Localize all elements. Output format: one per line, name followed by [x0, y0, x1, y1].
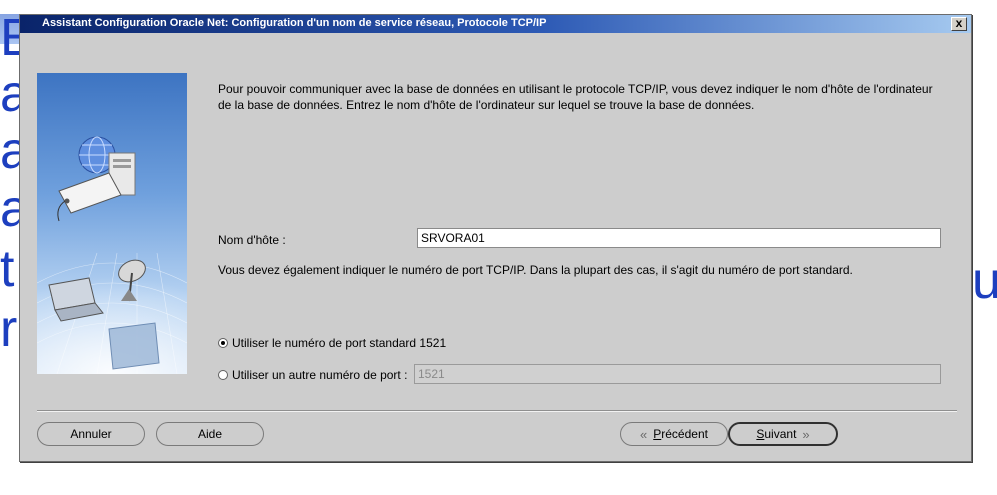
- intro-text: Pour pouvoir communiquer avec la base de…: [218, 82, 933, 112]
- title-bar[interactable]: Assistant Configuration Oracle Net: Conf…: [20, 15, 971, 33]
- window-title: Assistant Configuration Oracle Net: Conf…: [42, 17, 547, 29]
- close-icon: x: [955, 16, 963, 30]
- custom-port-option[interactable]: Utiliser un autre numéro de port :: [218, 368, 407, 382]
- next-button[interactable]: Suivant »: [728, 422, 838, 446]
- host-name-input[interactable]: SRVORA01: [417, 228, 941, 248]
- cancel-label: Annuler: [70, 427, 112, 441]
- previous-label: Précédent: [653, 427, 708, 441]
- help-button[interactable]: Aide: [156, 422, 264, 446]
- standard-port-label: Utiliser le numéro de port standard 1521: [232, 336, 447, 350]
- custom-port-label: Utiliser un autre numéro de port :: [232, 368, 408, 382]
- port-intro-text: Vous devez également indiquer le numéro …: [218, 263, 853, 277]
- background-glyph: t: [0, 240, 15, 298]
- port-number-input[interactable]: 1521: [414, 364, 941, 384]
- cancel-button[interactable]: Annuler: [37, 422, 145, 446]
- separator: [37, 410, 957, 412]
- previous-button[interactable]: « Précédent: [620, 422, 728, 446]
- help-label: Aide: [197, 427, 223, 441]
- standard-port-option[interactable]: Utiliser le numéro de port standard 1521: [218, 336, 446, 350]
- network-illustration: [37, 136, 187, 374]
- custom-port-radio[interactable]: [218, 370, 228, 380]
- folder-icon: [108, 322, 160, 370]
- chevron-right-double-icon: »: [802, 426, 810, 442]
- wizard-dialog: Assistant Configuration Oracle Net: Conf…: [19, 14, 972, 462]
- next-label: Suivant: [756, 427, 797, 441]
- tag-icon: [57, 172, 122, 222]
- host-name-label: Nom d'hôte :: [218, 233, 286, 247]
- chevron-left-double-icon: «: [640, 426, 648, 442]
- background-glyph: u: [972, 252, 997, 310]
- background-glyph: r: [0, 300, 18, 358]
- wizard-side-image: [37, 73, 187, 374]
- standard-port-radio[interactable]: [218, 338, 228, 348]
- close-button[interactable]: x: [951, 17, 967, 31]
